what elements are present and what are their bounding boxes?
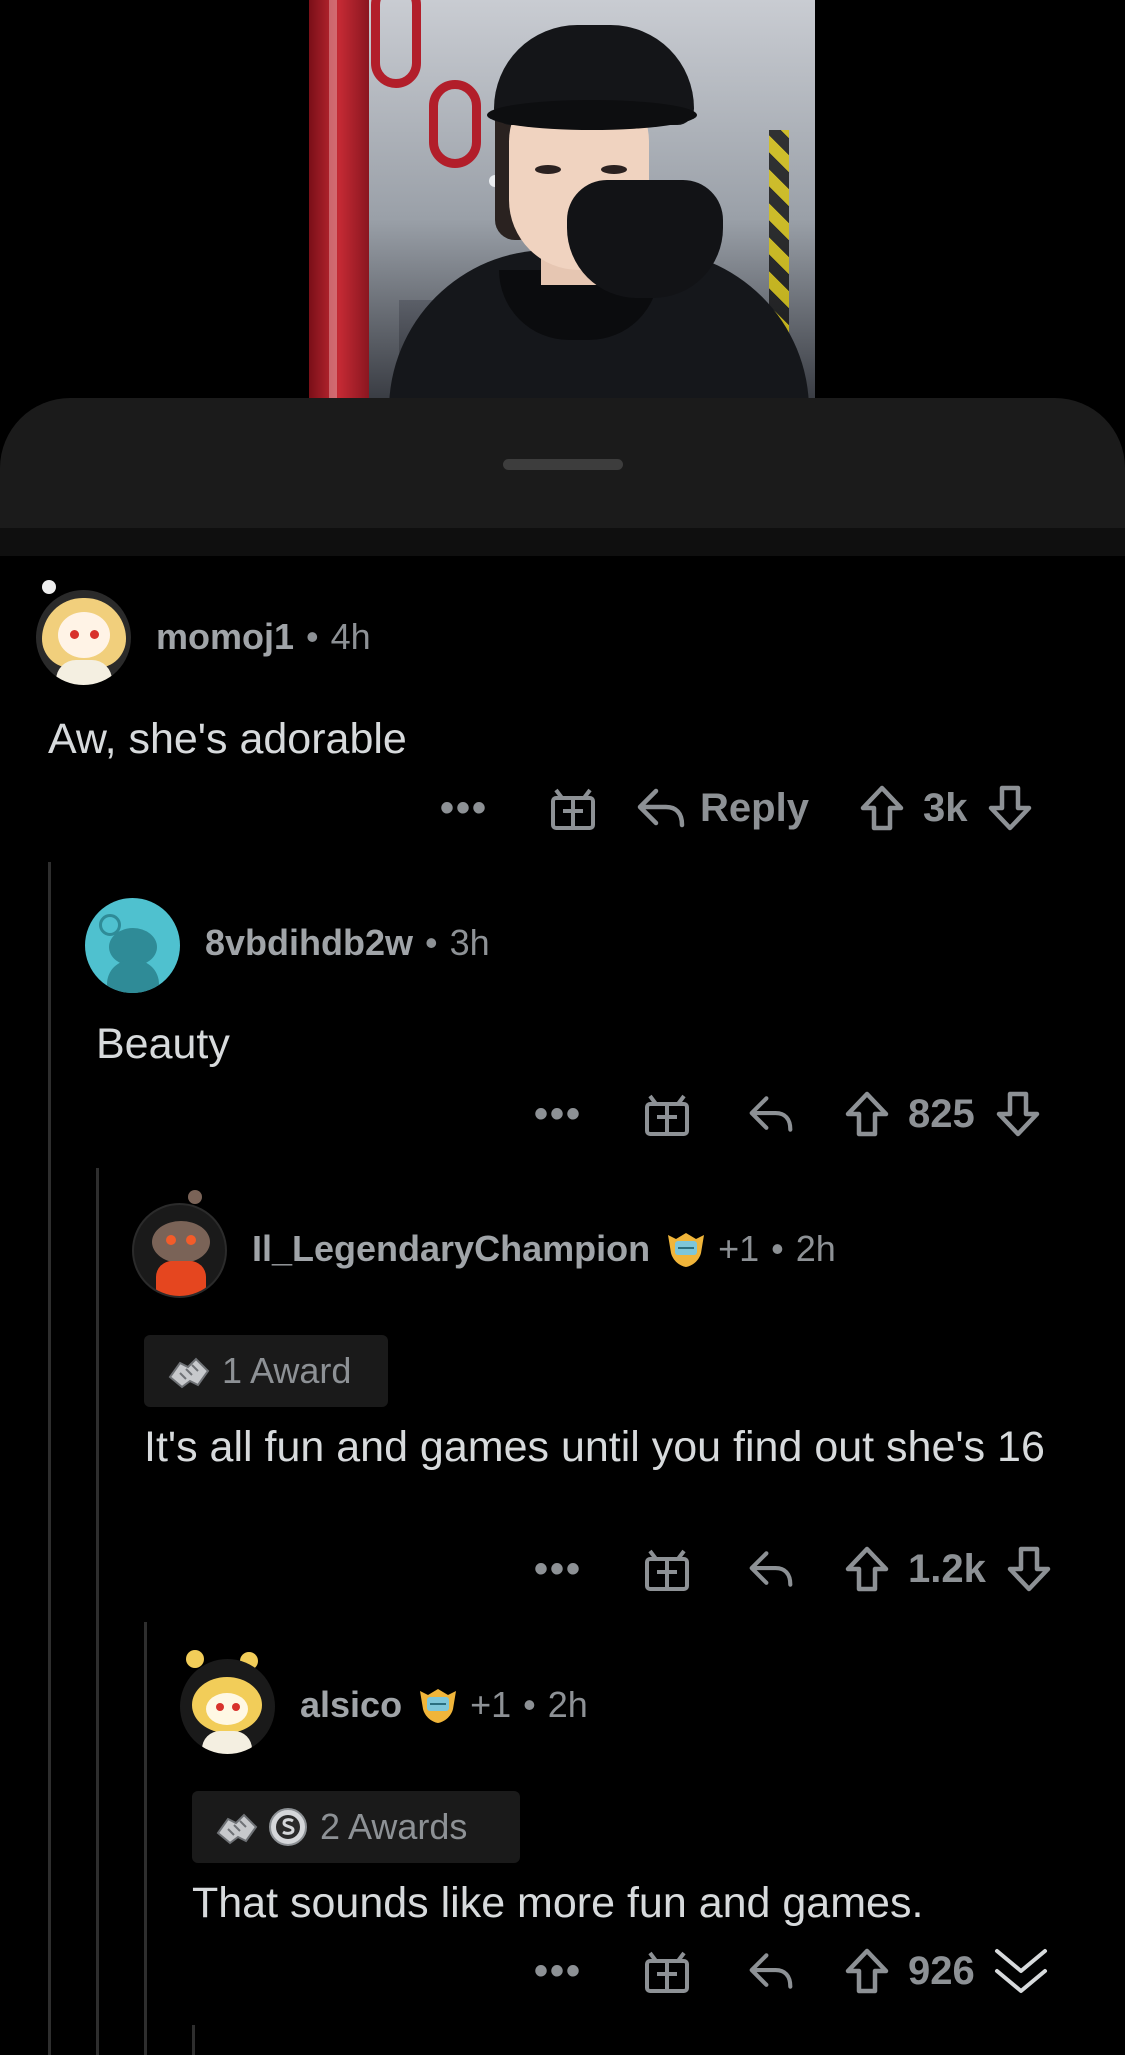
username[interactable]: momoj1 (156, 616, 294, 658)
upvote-icon[interactable] (844, 1545, 890, 1593)
upvote-icon[interactable] (859, 784, 905, 832)
comment-body: Beauty (96, 1020, 230, 1068)
video-person-cap-brim (487, 100, 697, 130)
vote-count: 3k (922, 785, 968, 830)
thread-line[interactable] (192, 2025, 195, 2055)
timestamp: 2h (547, 1684, 588, 1725)
more-options-button[interactable]: ••• (534, 1092, 582, 1137)
award-handshake-icon (166, 1351, 212, 1391)
separator: • (306, 616, 319, 657)
video-handle (429, 80, 481, 168)
avatar-antenna (42, 580, 56, 594)
comment-actions: ••• 926 (534, 1943, 1049, 1999)
comment-body: It's all fun and games until you find ou… (144, 1423, 1045, 1471)
timestamp: 2h (795, 1228, 836, 1269)
downvote-icon[interactable] (995, 1090, 1041, 1138)
comment-meta: 8vbdihdb2w • 3h (205, 922, 490, 964)
video-handle (371, 0, 421, 88)
username[interactable]: Il_LegendaryChampion (252, 1228, 650, 1270)
reply-arrow-icon[interactable] (636, 787, 686, 829)
comment-actions: ••• Reply 3k (440, 780, 1033, 836)
comment-meta: Il_LegendaryChampion +1 • 2h (252, 1228, 836, 1270)
awards-pill[interactable]: 1 Award (144, 1335, 388, 1407)
avatar[interactable] (132, 1203, 227, 1298)
comment-meta: momoj1 • 4h (156, 616, 371, 658)
more-options-button[interactable]: ••• (534, 1949, 582, 1994)
vote-count: 1.2k (908, 1546, 986, 1591)
sheet-drag-handle[interactable] (503, 459, 623, 470)
timestamp: 4h (330, 616, 371, 657)
video-pole-highlight (329, 0, 337, 398)
username[interactable]: 8vbdihdb2w (205, 922, 413, 964)
comment-body: Aw, she's adorable (48, 715, 407, 763)
timestamp: 3h (449, 922, 490, 963)
video-person-eye (535, 165, 561, 174)
awards-pill[interactable]: 2 Awards (192, 1791, 520, 1863)
award-handshake-icon (214, 1807, 260, 1847)
downvote-icon[interactable] (1006, 1545, 1052, 1593)
avatar-antenna (188, 1190, 202, 1204)
separator: • (771, 1228, 784, 1269)
avatar[interactable] (180, 1659, 275, 1754)
avatar[interactable] (85, 898, 180, 993)
flair-count: +1 (718, 1228, 760, 1269)
thread-line[interactable] (96, 1168, 99, 2055)
reply-arrow-icon[interactable] (748, 1548, 794, 1590)
gift-icon[interactable] (644, 1948, 690, 1994)
comment-actions: ••• 1.2k (534, 1541, 1052, 1597)
upvote-icon[interactable] (844, 1947, 890, 1995)
video-pole (309, 0, 369, 398)
reply-button[interactable]: Reply (700, 786, 809, 831)
collapse-chevrons-icon[interactable] (993, 1945, 1049, 1997)
thread-line[interactable] (144, 1622, 147, 2055)
flair-count: +1 (470, 1684, 512, 1725)
avatar[interactable] (36, 590, 131, 685)
gift-icon[interactable] (644, 1546, 690, 1592)
reply-arrow-icon[interactable] (748, 1093, 794, 1135)
awards-label: 2 Awards (320, 1806, 468, 1847)
reply-arrow-icon[interactable] (748, 1950, 794, 1992)
sheet-divider (0, 528, 1125, 556)
vote-count: 926 (908, 1948, 975, 1993)
comment-body: That sounds like more fun and games. (192, 1879, 924, 1927)
separator: • (425, 922, 438, 963)
comment-meta: alsico +1 • 2h (300, 1684, 588, 1726)
flair-badge-icon (664, 1229, 708, 1269)
thread-line[interactable] (48, 862, 51, 2055)
awards-label: 1 Award (222, 1350, 352, 1391)
award-silver-icon (268, 1807, 308, 1847)
flair-badge-icon (416, 1685, 460, 1725)
upvote-icon[interactable] (844, 1090, 890, 1138)
video-player[interactable] (309, 0, 815, 398)
separator: • (523, 1684, 536, 1725)
vote-count: 825 (908, 1091, 975, 1136)
downvote-icon[interactable] (987, 784, 1033, 832)
comment-actions: ••• 825 (534, 1086, 1041, 1142)
gift-icon[interactable] (550, 785, 596, 831)
more-options-button[interactable]: ••• (440, 786, 488, 831)
video-person-eye (601, 165, 627, 174)
gift-icon[interactable] (644, 1091, 690, 1137)
more-options-button[interactable]: ••• (534, 1547, 582, 1592)
username[interactable]: alsico (300, 1684, 402, 1726)
